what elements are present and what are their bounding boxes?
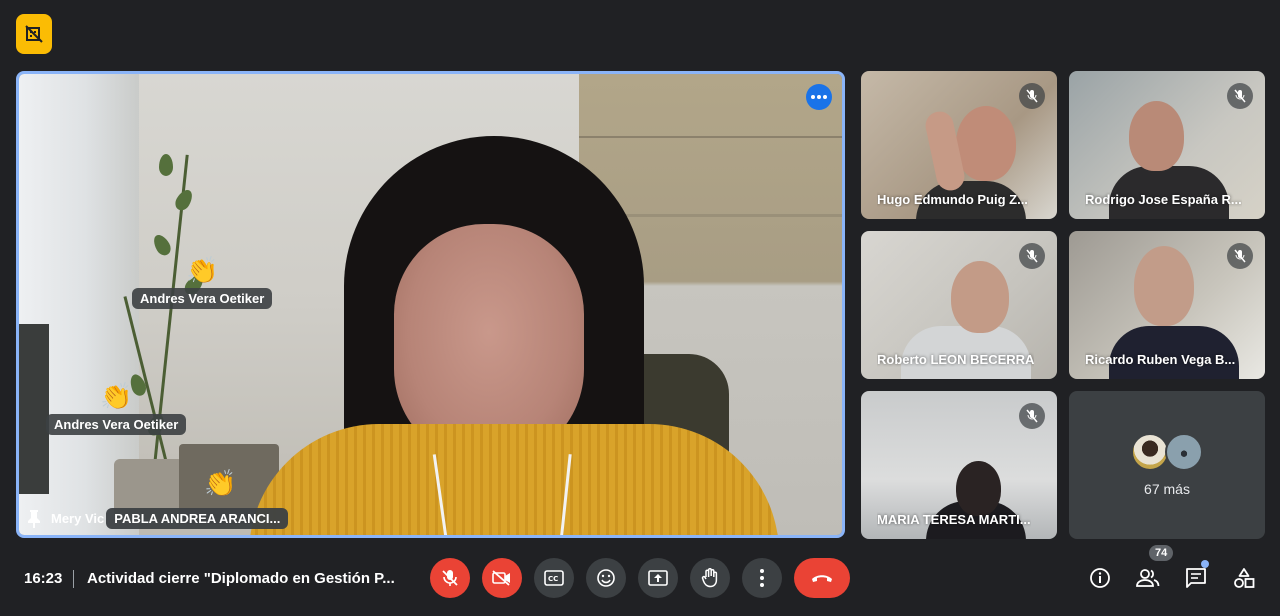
participant-name: MARIA TERESA MARTI... (877, 512, 1031, 527)
participant-count-badge: 74 (1149, 545, 1174, 561)
reaction-bubble: 👏 Andres Vera Oetiker (132, 256, 273, 309)
chat-notification-dot (1201, 560, 1209, 568)
more-participants-label: 67 más (1144, 481, 1190, 497)
people-icon (1136, 569, 1160, 587)
chat-button[interactable] (1182, 564, 1210, 592)
meeting-title: Actividad cierre "Diplomado en Gestión P… (87, 570, 395, 587)
avatar (1165, 433, 1203, 471)
emoji-icon (597, 569, 615, 587)
bottom-bar: 16:23 Actividad cierre "Diplomado en Ges… (0, 545, 1280, 616)
meeting-details-button[interactable] (1086, 564, 1114, 592)
participant-name: Roberto LEON BECERRA (877, 352, 1035, 367)
reaction-sender-name: Andres Vera Oetiker (46, 414, 187, 435)
raise-hand-icon (701, 568, 718, 588)
more-participants-tile[interactable]: 67 más (1069, 391, 1265, 539)
pinned-speaker-label: Mery Vic PABLA ANDREA ARANCI... (25, 508, 289, 529)
reaction-sender-name: Andres Vera Oetiker (132, 288, 273, 309)
avatar (1131, 433, 1169, 471)
info-icon (1090, 568, 1110, 588)
camera-toggle-button[interactable] (482, 558, 522, 598)
main-speaker-tile[interactable]: 👏 Andres Vera Oetiker 👏 Andres Vera Oeti… (16, 71, 845, 538)
more-vert-icon (760, 569, 764, 587)
activities-button[interactable] (1230, 564, 1258, 592)
participant-name: Rodrigo Jose España R... (1085, 192, 1242, 207)
participant-tile[interactable]: Rodrigo Jose España R... (1069, 71, 1265, 219)
avatar-stack (1131, 433, 1203, 471)
divider (73, 570, 74, 588)
more-options-icon (811, 95, 827, 99)
pin-icon (28, 509, 40, 528)
clap-emoji: 👏 (99, 382, 133, 412)
raise-hand-button[interactable] (690, 558, 730, 598)
mic-off-icon (1019, 83, 1045, 109)
clap-emoji: 👏 (204, 469, 237, 499)
people-button[interactable] (1134, 564, 1162, 592)
reaction-bubble: 👏 (204, 469, 236, 499)
end-call-button[interactable] (794, 558, 850, 598)
clap-emoji: 👏 (185, 256, 219, 286)
mic-off-icon (1227, 243, 1253, 269)
mic-off-icon (1019, 243, 1045, 269)
captions-icon: CC (544, 570, 564, 586)
present-button[interactable] (638, 558, 678, 598)
emoji-button[interactable] (586, 558, 626, 598)
clock: 16:23 (24, 570, 63, 587)
pinned-name: Mery Vic (51, 511, 105, 526)
present-screen-icon (648, 570, 668, 586)
participant-name: Hugo Edmundo Puig Z... (877, 192, 1028, 207)
participant-tile[interactable]: Roberto LEON BECERRA (861, 231, 1057, 379)
activities-icon (1234, 568, 1255, 588)
more-options-button[interactable] (806, 84, 832, 110)
reaction-bubble: 👏 Andres Vera Oetiker (46, 382, 187, 435)
participant-name: Ricardo Ruben Vega B... (1085, 352, 1236, 367)
mic-toggle-button[interactable] (430, 558, 470, 598)
participant-tile[interactable]: Hugo Edmundo Puig Z... (861, 71, 1057, 219)
mic-off-icon (1019, 403, 1045, 429)
no-camera-building-icon[interactable] (16, 14, 52, 54)
captions-button[interactable]: CC (534, 558, 574, 598)
more-options-button[interactable] (742, 558, 782, 598)
mic-off-icon (1227, 83, 1253, 109)
chat-icon (1186, 568, 1206, 588)
presenter-name: PABLA ANDREA ARANCI... (106, 508, 289, 529)
camera-off-icon (492, 570, 510, 586)
participant-tile[interactable]: MARIA TERESA MARTI... (861, 391, 1057, 539)
svg-text:CC: CC (548, 575, 558, 583)
participant-tile[interactable]: Ricardo Ruben Vega B... (1069, 231, 1265, 379)
end-call-icon (812, 575, 832, 582)
mic-off-icon (442, 570, 458, 586)
